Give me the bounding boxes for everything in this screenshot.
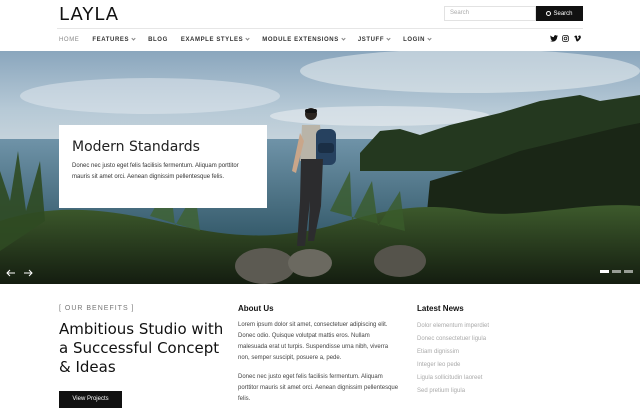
nav-label: JSTUFF: [357, 36, 385, 43]
news-link[interactable]: Donec consectetuer ligula: [417, 333, 583, 346]
nav-label: HOME: [59, 36, 80, 43]
about-section: About Us Lorem ipsum dolor sit amet, con…: [238, 304, 400, 413]
nav-item-blog[interactable]: BLOG: [148, 37, 168, 43]
hero-card: Modern Standards Donec nec justo eget fe…: [59, 125, 267, 208]
nav-item-module-extensions[interactable]: MODULE EXTENSIONS: [262, 36, 346, 43]
prev-slide-arrow-icon[interactable]: [6, 269, 15, 277]
next-slide-arrow-icon[interactable]: [24, 269, 33, 277]
news-link[interactable]: Integer leo pede: [417, 359, 583, 372]
chevron-down-icon: [245, 36, 250, 41]
slide-dot[interactable]: [624, 270, 633, 273]
hero-text: Donec nec justo eget felis facilisis fer…: [72, 163, 239, 180]
benefits-title: Ambitious Studio with a Successful Conce…: [59, 320, 224, 376]
vimeo-icon[interactable]: [573, 34, 582, 43]
about-heading: About Us: [238, 304, 274, 313]
news-heading: Latest News: [417, 304, 464, 313]
view-projects-button[interactable]: View Projects: [59, 390, 122, 408]
nav-label: BLOG: [148, 36, 168, 43]
chevron-down-icon: [131, 36, 136, 41]
benefits-kicker: [ OUR BENEFITS ]: [59, 305, 135, 312]
nav-label: EXAMPLE STYLES: [180, 36, 244, 43]
news-link[interactable]: Dolor elementum imperdiet: [417, 320, 583, 333]
slide-indicators: [600, 270, 633, 273]
nav-item-features[interactable]: FEATURES: [92, 36, 136, 43]
nav-item-jstuff[interactable]: JSTUFF: [357, 36, 391, 43]
site-header: LAYLA Search Search: [0, 0, 640, 28]
nav-item-login[interactable]: LOGIN: [403, 36, 432, 43]
nav-label: LOGIN: [403, 36, 426, 43]
nav-label: FEATURES: [92, 36, 130, 43]
slide-dot[interactable]: [600, 270, 609, 273]
search-button[interactable]: Search: [536, 6, 583, 21]
site-logo[interactable]: LAYLA: [59, 4, 119, 25]
about-paragraph: Lorem ipsum dolor sit amet, consectetuer…: [238, 322, 389, 361]
twitter-icon[interactable]: [549, 34, 558, 43]
chevron-down-icon: [341, 36, 346, 41]
main-nav: HOME FEATURES BLOG EXAMPLE STYLES MODULE…: [59, 29, 444, 50]
news-section: Latest News Dolor elementum imperdiet Do…: [417, 304, 583, 398]
news-link[interactable]: Sed pretium ligula: [417, 385, 583, 398]
chevron-down-icon: [386, 36, 391, 41]
search-input[interactable]: Search: [444, 6, 536, 21]
news-link[interactable]: Etiam dignissim: [417, 346, 583, 359]
instagram-icon[interactable]: [561, 34, 570, 43]
nav-label: MODULE EXTENSIONS: [262, 36, 339, 43]
search-icon: [546, 11, 552, 16]
slide-dot[interactable]: [612, 270, 621, 273]
hero-title: Modern Standards: [72, 139, 200, 155]
chevron-down-icon: [427, 36, 432, 41]
about-paragraph: Donec nec justo eget felis facilisis fer…: [238, 374, 399, 402]
nav-item-example-styles[interactable]: EXAMPLE STYLES: [180, 36, 250, 43]
nav-item-home[interactable]: HOME: [59, 37, 79, 43]
search-button-label: Search: [553, 10, 573, 17]
news-link[interactable]: Ligula sollicitudin laoreet: [417, 372, 583, 385]
benefits-section: [ OUR BENEFITS ] Ambitious Studio with a…: [59, 305, 229, 408]
hero-slider: Modern Standards Donec nec justo eget fe…: [0, 51, 640, 284]
